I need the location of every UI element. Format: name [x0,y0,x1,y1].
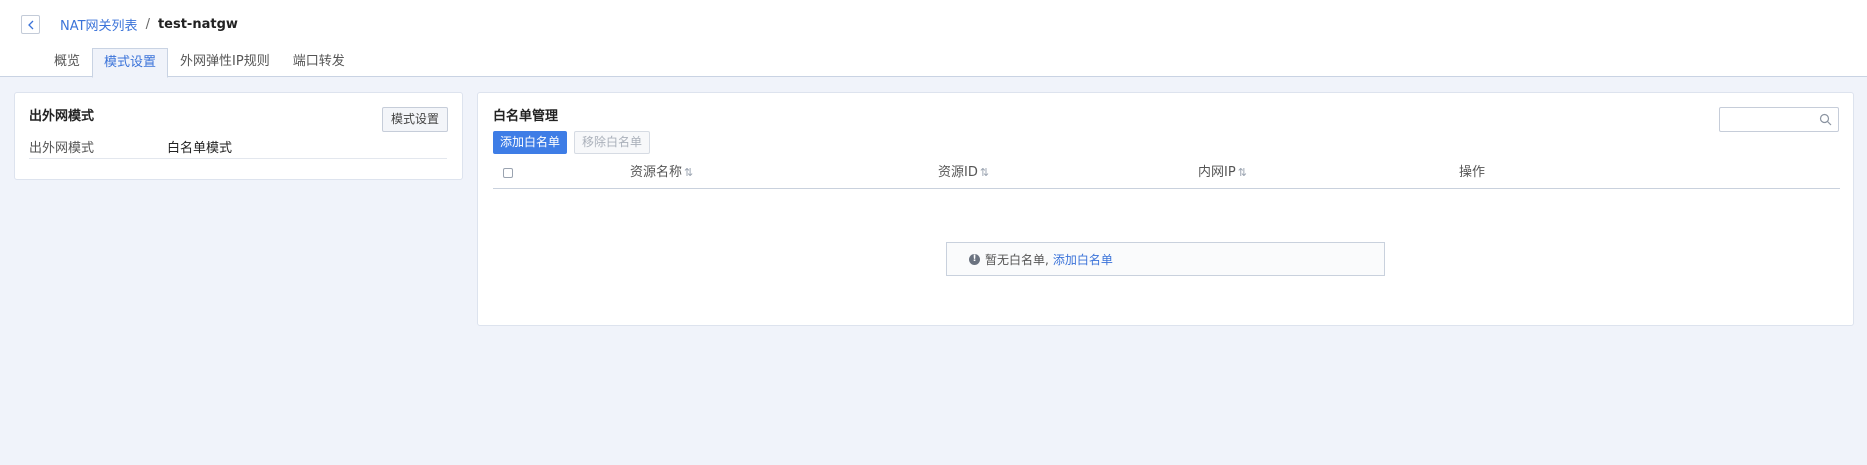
remove-whitelist-button: 移除白名单 [574,131,651,154]
page-title: test-natgw [157,17,238,32]
empty-state-text: 暂无白名单, [985,252,1049,267]
column-label: 内网IP [1198,165,1236,180]
add-whitelist-button[interactable]: 添加白名单 [493,131,568,154]
egress-mode-row: 出外网模式 白名单模式 [29,137,447,159]
egress-mode-panel: 出外网模式 模式设置 出外网模式 白名单模式 [14,92,463,180]
column-header-resource-name[interactable]: 资源名称 ⇅ [630,157,693,189]
whitelist-panel: 白名单管理 添加白名单 移除白名单 资源名称 ⇅ 资源ID ⇅ 内网IP ⇅ 操… [477,92,1854,326]
tab-port-forwarding[interactable]: 端口转发 [282,48,356,77]
back-button[interactable] [21,15,40,34]
egress-mode-title: 出外网模式 [29,109,95,124]
search-box [1719,107,1839,132]
column-header-private-ip[interactable]: 内网IP ⇅ [1198,157,1247,189]
column-label: 资源名称 [630,165,683,180]
empty-state-add-link[interactable]: 添加白名单 [1053,251,1113,268]
column-label: 操作 [1459,165,1486,180]
info-icon: ! [969,253,980,265]
chevron-left-icon [27,20,33,29]
tab-overview[interactable]: 概览 [43,48,91,77]
column-header-actions: 操作 [1459,157,1485,189]
tab-bar: 概览 模式设置 外网弹性IP规则 端口转发 [43,48,357,78]
egress-mode-label: 出外网模式 [29,141,95,156]
column-label: 资源ID [938,165,978,180]
search-input[interactable] [1720,108,1816,131]
breadcrumb: NAT网关列表 / test-natgw [60,15,238,34]
sort-icon[interactable]: ⇅ [684,157,693,189]
breadcrumb-parent-link[interactable]: NAT网关列表 [60,15,138,34]
top-bar: NAT网关列表 / test-natgw 概览 模式设置 外网弹性IP规则 端口… [0,0,1867,78]
sort-icon[interactable]: ⇅ [980,157,989,189]
tab-mode-settings[interactable]: 模式设置 [92,48,169,78]
breadcrumb-separator: / [145,17,150,32]
table-header: 资源名称 ⇅ 资源ID ⇅ 内网IP ⇅ 操作 [493,157,1840,189]
tab-eip-rules[interactable]: 外网弹性IP规则 [169,48,281,77]
whitelist-title: 白名单管理 [493,109,559,124]
column-header-resource-id[interactable]: 资源ID ⇅ [938,157,989,189]
mode-settings-button[interactable]: 模式设置 [381,107,448,132]
search-icon[interactable] [1819,113,1832,126]
egress-mode-value: 白名单模式 [167,141,233,156]
empty-state: ! 暂无白名单, 添加白名单 [946,242,1385,276]
sort-icon[interactable]: ⇅ [1238,157,1247,189]
select-all-checkbox[interactable] [503,168,513,178]
